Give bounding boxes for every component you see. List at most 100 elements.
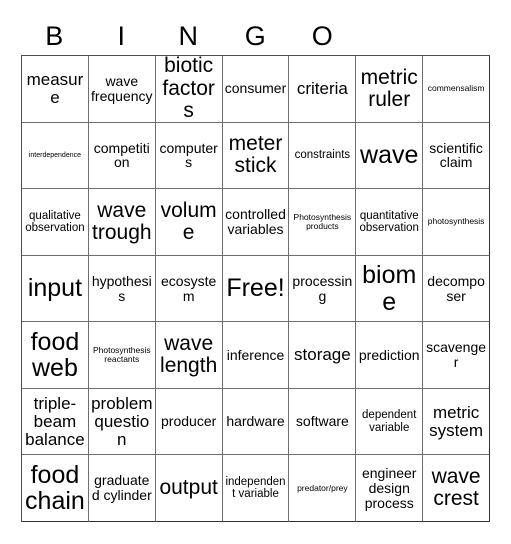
bingo-cell[interactable]: dependent variable: [356, 388, 424, 456]
bingo-cell-label: volume: [160, 198, 217, 244]
bingo-cell-label: commensalism: [427, 83, 485, 94]
bingo-cell[interactable]: Photosynthesis products: [289, 189, 357, 256]
bingo-cell[interactable]: biotic factors: [155, 56, 223, 123]
bingo-cell-label: wave crest: [431, 465, 481, 511]
bingo-cell[interactable]: measure: [22, 56, 89, 123]
bingo-cell-label: computers: [159, 139, 218, 171]
bingo-cell-label: wave: [360, 141, 419, 170]
bingo-cell[interactable]: engineer design process: [356, 455, 424, 523]
bingo-cell[interactable]: food chain: [22, 455, 89, 523]
bingo-cell-label: triple-beam balance: [25, 393, 85, 449]
bingo-cell[interactable]: competition: [88, 122, 156, 190]
bingo-cell[interactable]: predator/prey: [289, 455, 357, 523]
bingo-cell-label: interdependence: [28, 151, 81, 159]
bingo-cell[interactable]: quantitative observation: [356, 189, 424, 256]
bingo-cell[interactable]: prediction: [356, 322, 424, 389]
bingo-cell-label: independent variable: [225, 476, 286, 501]
bingo-grid: measure wave frequency biotic factors consu…: [21, 55, 491, 523]
bingo-cell-label: photosynthesis: [427, 216, 485, 227]
bingo-cell[interactable]: output: [155, 455, 223, 523]
bingo-free-cell[interactable]: Free!: [222, 255, 290, 323]
bingo-header-row: B I N G O: [21, 18, 490, 55]
bingo-cell-label: competition: [93, 139, 150, 171]
bingo-cell[interactable]: wave crest: [423, 455, 491, 523]
bingo-cell[interactable]: volume: [155, 189, 223, 256]
bingo-cell[interactable]: Photosynthesis reactants: [88, 322, 156, 389]
bingo-cell[interactable]: producer: [155, 388, 223, 456]
bingo-cell-label: constraints: [294, 149, 351, 162]
bingo-cell-label: prediction: [358, 346, 420, 363]
bingo-cell-label: biome: [362, 261, 417, 316]
bingo-cell[interactable]: scientific claim: [423, 122, 491, 190]
bingo-cell-label: processing: [292, 272, 353, 304]
bingo-cell-label: wave trough: [92, 198, 152, 244]
bingo-cell-label: wave length: [160, 331, 218, 378]
bingo-cell[interactable]: wave length: [155, 322, 223, 389]
bingo-cell-label: problem question: [91, 393, 153, 449]
bingo-cell[interactable]: commensalism: [423, 56, 491, 123]
bingo-cell[interactable]: ecosystem: [155, 255, 223, 323]
bingo-cell[interactable]: independent variable: [222, 455, 290, 523]
bingo-cell[interactable]: hypothesis: [88, 255, 156, 323]
bingo-cell[interactable]: inference: [222, 322, 290, 389]
bingo-cell-label: hypothesis: [91, 272, 152, 304]
bingo-cell-label: storage: [294, 345, 351, 365]
bingo-header-letter-n: N: [178, 21, 199, 51]
bingo-cell[interactable]: controlled variables: [222, 189, 290, 256]
bingo-cell[interactable]: problem question: [88, 388, 156, 456]
bingo-cell[interactable]: metric ruler: [356, 56, 424, 123]
bingo-cell[interactable]: wave frequency: [88, 56, 156, 123]
bingo-cell[interactable]: triple-beam balance: [22, 388, 89, 456]
bingo-cell-label: decomposer: [427, 272, 485, 304]
bingo-row: measure wave frequency biotic factors consu…: [22, 56, 491, 123]
bingo-cell[interactable]: photosynthesis: [423, 189, 491, 256]
bingo-cell[interactable]: meter stick: [222, 122, 290, 190]
bingo-cell-label: criteria: [296, 78, 348, 98]
bingo-cell-label: consumer: [224, 80, 287, 97]
bingo-cell[interactable]: interdependence: [22, 122, 89, 190]
bingo-cell[interactable]: processing: [289, 255, 357, 323]
bingo-cell-label: Photosynthesis reactants: [92, 345, 151, 365]
bingo-cell[interactable]: constraints: [289, 122, 357, 190]
bingo-cell-label: inference: [226, 346, 285, 363]
bingo-cell[interactable]: wave trough: [88, 189, 156, 256]
bingo-cell[interactable]: software: [289, 388, 357, 456]
bingo-cell[interactable]: decomposer: [423, 255, 491, 323]
bingo-cell-label: hardware: [226, 413, 285, 430]
bingo-cell-label: output: [159, 476, 218, 500]
bingo-cell-label: software: [295, 413, 349, 430]
bingo-header-letter-i: I: [117, 21, 126, 51]
bingo-cell[interactable]: graduated cylinder: [88, 455, 156, 523]
bingo-cell-label: Photosynthesis products: [293, 211, 352, 231]
bingo-cell[interactable]: wave: [356, 122, 424, 190]
bingo-cell[interactable]: metric system: [423, 388, 491, 456]
bingo-cell-label: meter stick: [228, 132, 283, 178]
bingo-cell[interactable]: hardware: [222, 388, 290, 456]
bingo-cell[interactable]: qualitative observation: [22, 189, 89, 256]
bingo-cell-label: food chain: [25, 460, 85, 516]
bingo-cell[interactable]: biome: [356, 255, 424, 323]
bingo-cell[interactable]: food web: [22, 322, 89, 389]
bingo-cell[interactable]: scavenger: [423, 322, 491, 389]
bingo-cell-label: graduated cylinder: [91, 472, 152, 504]
bingo-cell-label: dependent variable: [362, 409, 417, 434]
bingo-header-letter-7: [423, 18, 490, 55]
bingo-cell-label: input: [27, 274, 83, 303]
bingo-cell[interactable]: input: [22, 255, 89, 323]
bingo-header-letter-g: G: [244, 21, 267, 51]
bingo-row: food chain graduated cylinder output indepe…: [22, 455, 491, 523]
bingo-header-letter-o: O: [311, 21, 334, 51]
bingo-cell-label: scavenger: [426, 339, 487, 371]
bingo-cell-label: ecosystem: [161, 272, 217, 304]
bingo-cell-label: measure: [26, 69, 84, 107]
bingo-cell[interactable]: criteria: [289, 56, 357, 123]
bingo-cell-label: biotic factors: [162, 56, 215, 122]
bingo-row: input hypothesis ecosystem Free! processing b…: [22, 255, 491, 323]
bingo-cell-label: engineer design process: [361, 465, 417, 511]
bingo-cell[interactable]: storage: [289, 322, 357, 389]
bingo-cell[interactable]: consumer: [222, 56, 290, 123]
bingo-row: interdependence competition computers meter…: [22, 122, 491, 190]
bingo-cell-label: metric system: [429, 402, 483, 440]
bingo-cell-label: predator/prey: [297, 482, 348, 493]
bingo-cell[interactable]: computers: [155, 122, 223, 190]
